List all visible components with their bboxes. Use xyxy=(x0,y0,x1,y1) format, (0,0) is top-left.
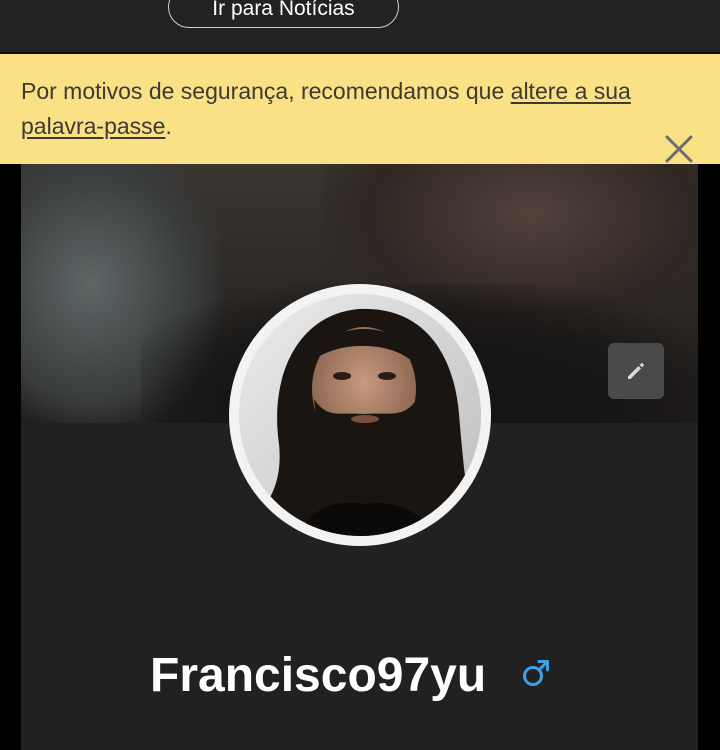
avatar-photo xyxy=(239,294,481,536)
profile-avatar[interactable] xyxy=(229,284,491,546)
close-icon xyxy=(665,135,693,163)
security-alert-message: Por motivos de segurança, recomendamos q… xyxy=(21,74,641,144)
alert-text-after: . xyxy=(165,113,172,139)
alert-text-before: Por motivos de segurança, recomendamos q… xyxy=(21,78,511,104)
male-icon xyxy=(523,660,549,686)
edit-cover-button[interactable] xyxy=(608,343,664,399)
pencil-icon xyxy=(628,363,644,379)
username-row: Francisco97yu xyxy=(21,648,698,704)
go-to-news-button[interactable]: Ir para Notícias xyxy=(168,0,399,28)
profile-card: Francisco97yu xyxy=(21,164,698,750)
profile-username: Francisco97yu xyxy=(150,649,487,702)
top-navigation-bar: Ir para Notícias xyxy=(0,0,720,54)
security-alert-banner: Por motivos de segurança, recomendamos q… xyxy=(0,54,720,164)
close-alert-button[interactable] xyxy=(662,132,696,166)
